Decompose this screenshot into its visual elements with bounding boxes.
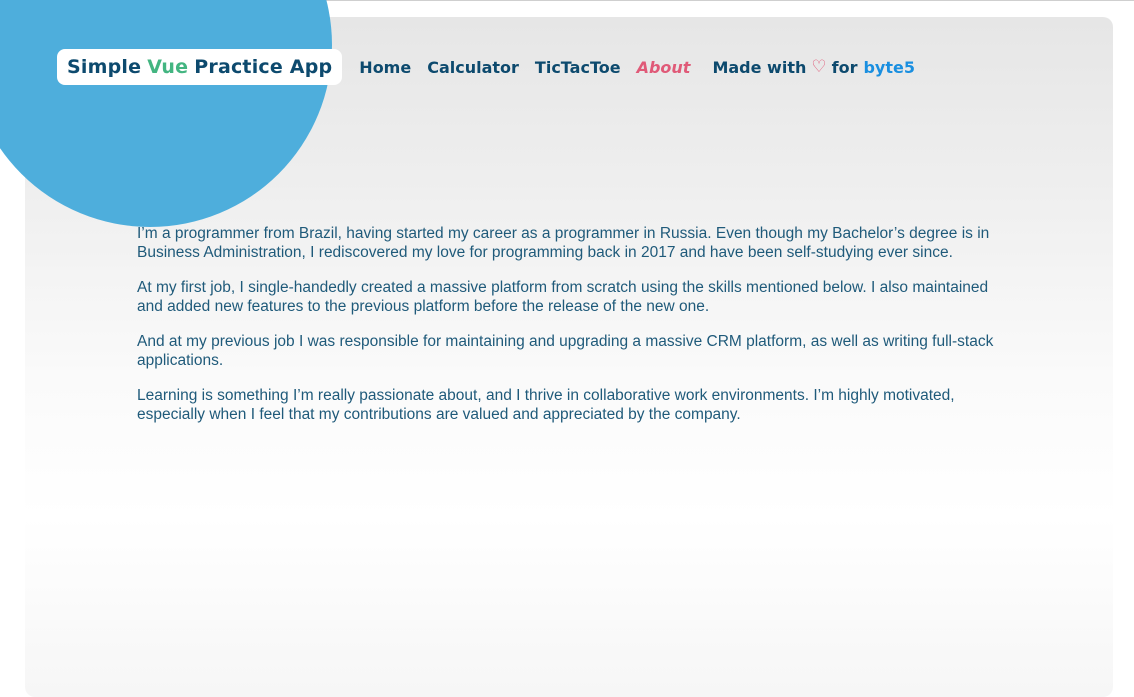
about-paragraph: Learning is something I’m really passion… (137, 387, 955, 423)
header: Simple Vue Practice App Home Calculator … (57, 49, 915, 85)
about-content: I’m a programmer from Brazil, having sta… (137, 224, 1007, 440)
nav-calculator[interactable]: Calculator (427, 58, 519, 77)
made-with-prefix: Made with (712, 57, 807, 77)
nav-home[interactable]: Home (359, 58, 411, 77)
about-paragraph: And at my previous job I was responsible… (137, 333, 994, 369)
byte5-link[interactable]: byte5 (863, 58, 915, 77)
made-with-credit: Made with ♡ for byte5 (712, 57, 915, 77)
logo-accent: Vue (147, 56, 189, 78)
decorative-circle (0, 0, 332, 227)
logo-prefix: Simple (67, 56, 142, 78)
main-nav: Home Calculator TicTacToe About (359, 58, 690, 77)
about-paragraph: I’m a programmer from Brazil, having sta… (137, 225, 990, 261)
made-with-middle: for (831, 57, 858, 77)
heart-icon: ♡ (811, 57, 827, 77)
app-logo[interactable]: Simple Vue Practice App (57, 49, 343, 85)
nav-tictactoe[interactable]: TicTacToe (535, 58, 621, 77)
about-paragraph: At my first job, I single-handedly creat… (137, 279, 989, 315)
logo-suffix: Practice App (194, 56, 333, 78)
nav-about[interactable]: About (637, 58, 691, 77)
